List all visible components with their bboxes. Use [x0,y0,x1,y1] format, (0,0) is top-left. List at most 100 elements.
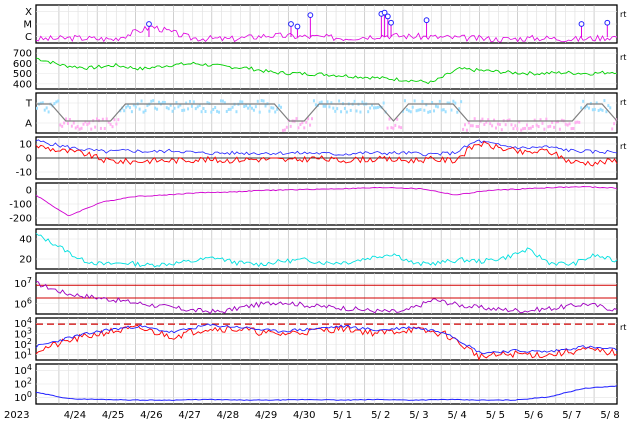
imf-sector-dot [372,106,375,110]
imf-sector-dot [613,122,616,126]
imf-sector-dot [187,107,190,111]
imf-sector-dot [547,125,550,129]
ytick-label-imf-sector: T [25,99,33,110]
imf-sector-dot [326,100,329,104]
imf-sector-dot [345,110,348,114]
imf-sector-dot [165,106,168,110]
imf-sector-dot [128,106,131,110]
imf-sector-dot [576,120,579,124]
imf-sector-dot [382,101,385,105]
x-axis-tick-label: 5/ 4 [448,410,467,421]
x-axis-tick-label: 5/ 3 [409,410,428,421]
flare-peak-marker [423,17,430,24]
imf-sector-dot [456,110,459,114]
imf-sector-dot [280,105,283,109]
imf-sector-dot [498,122,501,126]
imf-sector-dot [221,99,224,103]
imf-sector-dot [90,127,93,131]
imf-sector-dot [605,110,608,114]
x-axis-tick-label: 5/ 7 [562,410,581,421]
imf-sector-dot [338,99,341,103]
imf-sector-dot [390,126,393,130]
panel-right-mark-imf-sector: rt [620,98,626,107]
imf-sector-dot [464,123,467,127]
imf-sector-dot [190,104,193,108]
imf-sector-dot [154,106,157,110]
ytick-label-flare: X [25,7,32,18]
imf-sector-dot [299,123,302,127]
imf-sector-dot [105,117,108,121]
imf-sector-dot [70,124,73,128]
imf-sector-dot [225,109,228,113]
flare-peak-marker [288,21,294,27]
imf-sector-dot [343,106,346,110]
imf-sector-dot [489,122,492,126]
x-axis-tick-label: 4/27 [178,410,200,421]
imf-sector-dot [260,99,263,103]
imf-sector-dot [285,125,288,129]
ytick-label-bz: 10 [19,140,32,151]
imf-sector-dot [491,124,494,128]
imf-sector-dot [332,106,335,110]
imf-sector-dot [72,121,75,125]
imf-sector-dot [444,110,447,114]
imf-sector-dot [156,107,159,111]
imf-sector-dot [564,122,567,126]
imf-sector-dot [580,106,583,110]
imf-sector-dot [394,123,397,127]
ytick-label-kp: 40 [19,235,32,246]
imf-sector-dot [239,100,242,104]
imf-sector-dot [361,100,364,104]
ytick-label-dst: -100 [9,200,32,211]
imf-sector-dot [543,127,546,131]
x-axis-tick-label: 4/25 [102,410,124,421]
imf-sector-dot [413,99,416,103]
imf-sector-dot [111,125,114,129]
imf-sector-dot [249,104,252,108]
imf-sector-dot [283,128,286,132]
imf-sector-dot [411,105,414,109]
imf-sector-dot [607,104,610,108]
imf-sector-dot [214,106,217,110]
imf-sector-dot [140,99,143,103]
imf-sector-dot [578,120,581,124]
imf-sector-dot [212,107,215,111]
imf-sector-dot [305,120,308,124]
imf-sector-dot [61,124,64,128]
imf-sector-dot [545,117,548,121]
imf-sector-dot [289,124,292,128]
imf-sector-dot [256,99,259,103]
imf-sector-dot [524,126,527,130]
imf-sector-dot [421,100,424,104]
imf-sector-dot [99,126,102,130]
imf-sector-dot [398,125,401,129]
imf-sector-dot [142,110,145,114]
imf-sector-dot [376,105,379,109]
imf-sector-dot [181,108,184,112]
imf-sector-dot [531,125,534,129]
imf-sector-dot [192,100,195,104]
panel-right-mark-xray: rt [620,323,626,332]
ytick-label-flare: C [25,32,32,43]
imf-sector-dot [245,104,248,108]
imf-sector-dot [76,125,79,129]
imf-sector-dot [473,117,476,121]
imf-sector-dot [254,105,257,109]
x-axis-tick-label: 5/ 6 [524,410,543,421]
imf-sector-dot [183,108,186,112]
imf-sector-dot [235,110,238,114]
imf-sector-dot [231,105,234,109]
imf-sector-dot [460,100,463,104]
imf-sector-dot [324,104,327,108]
imf-sector-dot [409,110,412,114]
ytick-label-bz: 0 [26,154,32,165]
imf-sector-dot [204,109,207,113]
imf-sector-dot [268,109,271,113]
imf-sector-dot [63,121,66,125]
imf-sector-dot [591,108,594,112]
imf-sector-dot [320,100,323,104]
imf-sector-dot [250,106,253,110]
ytick-label-kp: 20 [19,255,32,266]
imf-sector-dot [436,105,439,109]
x-axis-tick-label: 5/ 2 [371,410,390,421]
